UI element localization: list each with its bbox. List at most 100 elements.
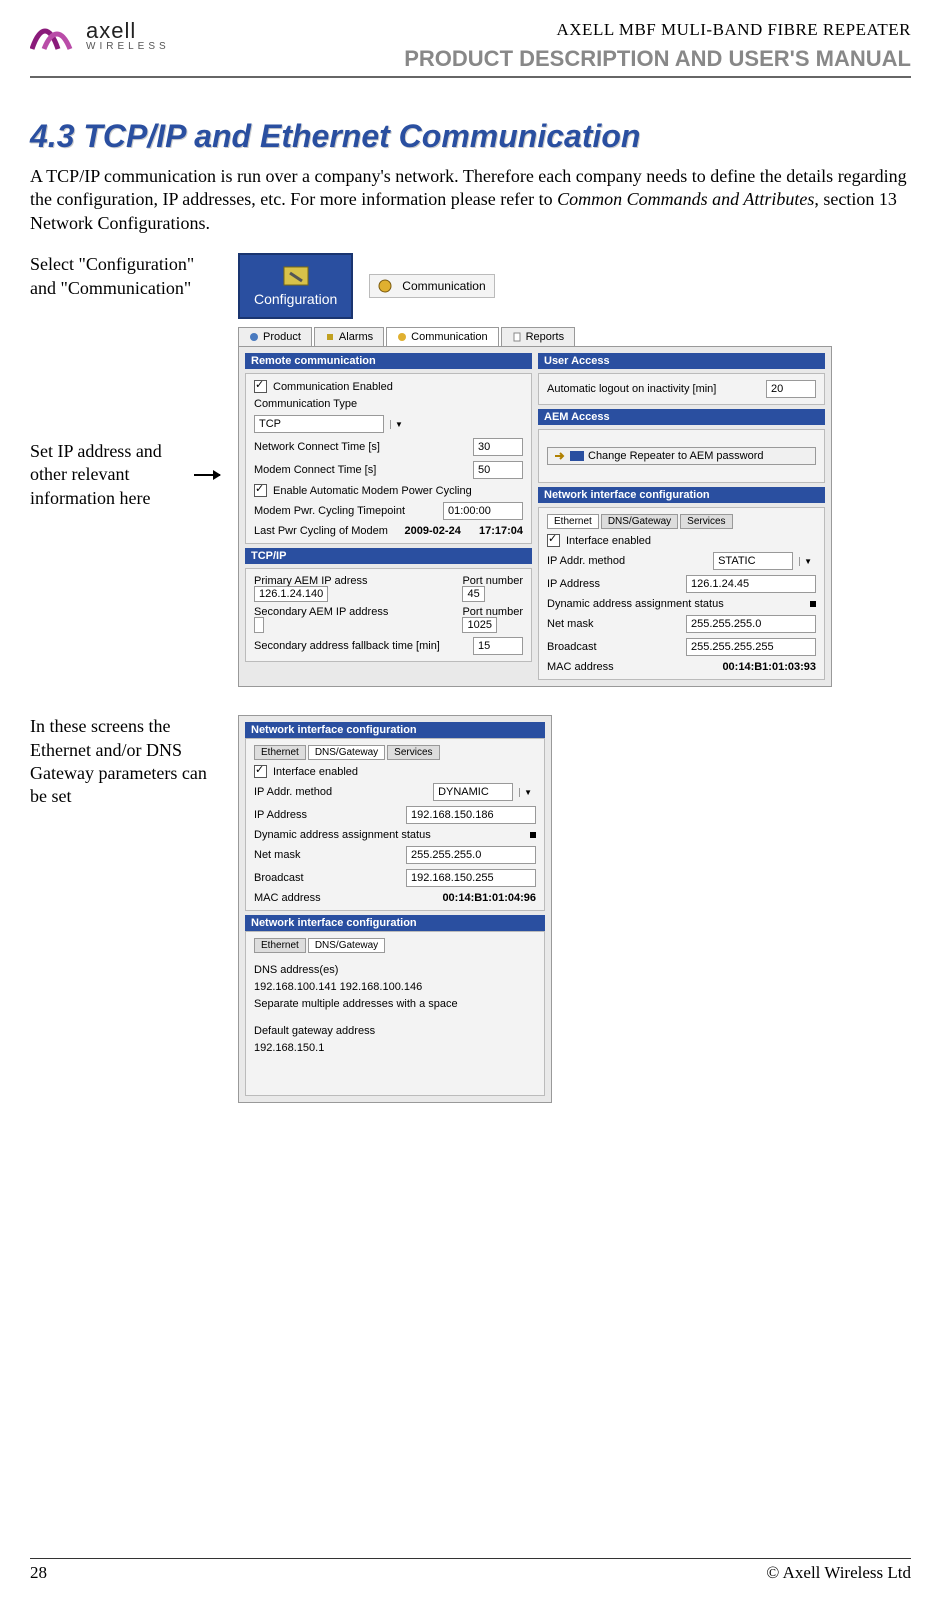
netif2-dyn-label: Dynamic address assignment status xyxy=(254,829,524,841)
logo-main-text: axell xyxy=(86,20,170,42)
section-heading: 4.3 TCP/IP and Ethernet Communication xyxy=(30,118,911,155)
modem-connect-input[interactable]: 50 xyxy=(473,461,523,479)
netif1-enabled-checkbox[interactable] xyxy=(547,534,560,547)
configuration-button[interactable]: Configuration xyxy=(238,253,353,319)
tab-alarms[interactable]: Alarms xyxy=(314,327,384,346)
netif1-mask-input[interactable]: 255.255.255.0 xyxy=(686,615,816,633)
aem-badge-icon xyxy=(570,451,584,461)
netif2-header: Network interface configuration xyxy=(245,722,545,738)
tab-communication[interactable]: Communication xyxy=(386,327,498,346)
netif2-enabled-checkbox[interactable] xyxy=(254,765,267,778)
last-cycle-label: Last Pwr Cycling of Modem xyxy=(254,525,399,537)
primary-ip-input[interactable]: 126.1.24.140 xyxy=(254,586,328,602)
netif3-header: Network interface configuration xyxy=(245,915,545,931)
arrow-icon xyxy=(194,474,220,476)
copyright: © Axell Wireless Ltd xyxy=(766,1563,911,1583)
netif2-enabled-label: Interface enabled xyxy=(273,766,536,778)
gateway-label: Default gateway address xyxy=(254,1025,536,1037)
chevron-down-icon[interactable]: ▼ xyxy=(519,788,536,797)
netif1-tab-ethernet[interactable]: Ethernet xyxy=(547,514,599,529)
aem-access-header: AEM Access xyxy=(538,409,825,425)
netif2-mac-label: MAC address xyxy=(254,892,436,904)
logo-icon xyxy=(30,21,80,51)
dns-input[interactable]: 192.168.100.141 192.168.100.146 xyxy=(254,981,536,993)
info-icon xyxy=(249,332,259,342)
tab-reports[interactable]: Reports xyxy=(501,327,576,346)
netif2-mask-input[interactable]: 255.255.255.0 xyxy=(406,846,536,864)
globe-small-icon xyxy=(397,332,407,342)
netif2-ip-input[interactable]: 192.168.150.186 xyxy=(406,806,536,824)
netif2-bcast-input[interactable]: 192.168.150.255 xyxy=(406,869,536,887)
netif1-enabled-label: Interface enabled xyxy=(566,535,816,547)
netif1-mask-label: Net mask xyxy=(547,618,680,630)
comm-enabled-label: Communication Enabled xyxy=(273,381,523,393)
netif2-ip-label: IP Address xyxy=(254,809,400,821)
change-password-button[interactable]: Change Repeater to AEM password xyxy=(547,447,816,465)
netif1-bcast-input[interactable]: 255.255.255.255 xyxy=(686,638,816,656)
communication-label: Communication xyxy=(402,279,485,293)
netif2-tab-dns[interactable]: DNS/Gateway xyxy=(308,745,385,760)
logout-input[interactable]: 20 xyxy=(766,380,816,398)
report-icon xyxy=(512,332,522,342)
port2-input[interactable]: 1025 xyxy=(462,617,496,633)
secondary-ip-input[interactable] xyxy=(254,617,264,633)
remote-comm-header: Remote communication xyxy=(245,353,532,369)
netif2-mac-value: 00:14:B1:01:04:96 xyxy=(442,892,536,904)
chevron-down-icon[interactable]: ▼ xyxy=(799,557,816,566)
netif3-tab-ethernet[interactable]: Ethernet xyxy=(254,938,306,953)
change-password-label: Change Repeater to AEM password xyxy=(588,450,764,462)
wrench-icon xyxy=(282,265,310,287)
communication-button[interactable]: Communication xyxy=(369,274,494,298)
comm-enabled-checkbox[interactable] xyxy=(254,380,267,393)
page-number: 28 xyxy=(30,1563,47,1583)
intro-paragraph: A TCP/IP communication is run over a com… xyxy=(30,165,911,235)
gateway-input[interactable]: 192.168.150.1 xyxy=(254,1042,536,1054)
instruction-note-1: Select "Configuration" and "Communicatio… xyxy=(30,253,220,300)
instruction-note-3: In these screens the Ethernet and/or DNS… xyxy=(30,715,220,809)
page-footer: 28 © Axell Wireless Ltd xyxy=(30,1558,911,1583)
last-cycle-time: 17:17:04 xyxy=(479,525,523,537)
chevron-down-icon[interactable]: ▼ xyxy=(390,420,407,429)
status-dot-icon xyxy=(810,601,816,607)
tcpip-header: TCP/IP xyxy=(245,548,532,564)
comm-type-select[interactable]: TCP xyxy=(254,415,384,433)
modem-connect-label: Modem Connect Time [s] xyxy=(254,464,467,476)
secondary-ip-label: Secondary AEM IP address xyxy=(254,606,456,618)
netif2-tab-services[interactable]: Services xyxy=(387,745,439,760)
logout-label: Automatic logout on inactivity [min] xyxy=(547,383,760,395)
arrow-right-icon xyxy=(554,451,566,461)
header-manual-title: PRODUCT DESCRIPTION AND USER'S MANUAL xyxy=(404,46,911,72)
netif1-tab-dns[interactable]: DNS/Gateway xyxy=(601,514,678,529)
cycle-time-input[interactable]: 01:00:00 xyxy=(443,502,523,520)
header-product-name: AXELL MBF MULI-BAND FIBRE REPEATER xyxy=(404,20,911,40)
main-tabbar: Product Alarms Communication Reports xyxy=(238,327,911,346)
netif2-method-select[interactable]: DYNAMIC xyxy=(433,783,513,801)
net-connect-input[interactable]: 30 xyxy=(473,438,523,456)
cycle-time-label: Modem Pwr. Cycling Timepoint xyxy=(254,505,437,517)
netif2-tab-ethernet[interactable]: Ethernet xyxy=(254,745,306,760)
netif2-mask-label: Net mask xyxy=(254,849,400,861)
comm-type-label: Communication Type xyxy=(254,398,523,410)
status-dot-icon xyxy=(530,832,536,838)
netif1-dyn-label: Dynamic address assignment status xyxy=(547,598,804,610)
fallback-label: Secondary address fallback time [min] xyxy=(254,640,467,652)
auto-cycle-checkbox[interactable] xyxy=(254,484,267,497)
instruction-note-2: Set IP address and other relevant inform… xyxy=(30,440,188,510)
netif1-mac-label: MAC address xyxy=(547,661,716,673)
tab-product[interactable]: Product xyxy=(238,327,312,346)
netif1-method-label: IP Addr. method xyxy=(547,555,707,567)
logo-sub-text: WIRELESS xyxy=(86,42,170,52)
netif1-ip-label: IP Address xyxy=(547,578,680,590)
globe-icon xyxy=(378,279,396,293)
netif1-ip-input[interactable]: 126.1.24.45 xyxy=(686,575,816,593)
port1-input[interactable]: 45 xyxy=(462,586,484,602)
netif2-bcast-label: Broadcast xyxy=(254,872,400,884)
netif1-tab-services[interactable]: Services xyxy=(680,514,732,529)
auto-cycle-label: Enable Automatic Modem Power Cycling xyxy=(273,485,523,497)
netif3-tab-dns[interactable]: DNS/Gateway xyxy=(308,938,385,953)
netif1-mac-value: 00:14:B1:01:03:93 xyxy=(722,661,816,673)
netif2-method-label: IP Addr. method xyxy=(254,786,427,798)
netif1-method-select[interactable]: STATIC xyxy=(713,552,793,570)
logo: axell WIRELESS xyxy=(30,20,170,52)
fallback-input[interactable]: 15 xyxy=(473,637,523,655)
